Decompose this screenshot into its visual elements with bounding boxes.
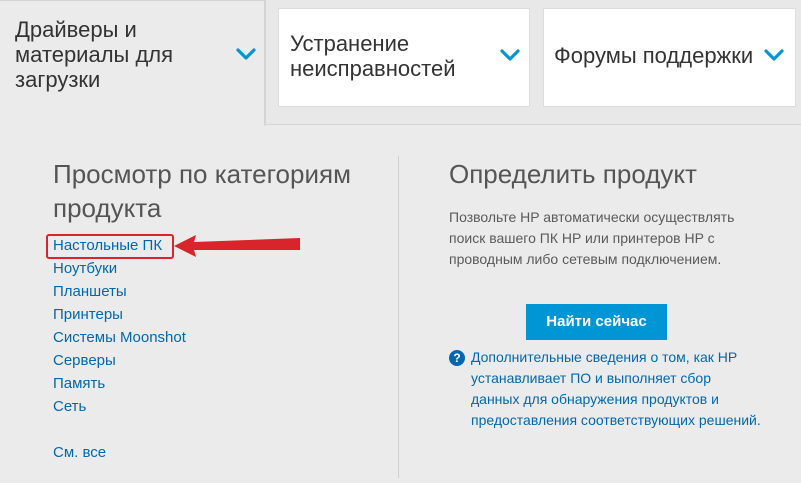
browse-categories-heading: Просмотр по категориям продукта (53, 159, 351, 223)
tab-label-overlay[interactable]: Драйверы и материалы для загрузки (15, 17, 200, 92)
category-link-memory[interactable]: Память (53, 372, 186, 395)
category-link-network[interactable]: Сеть (53, 395, 186, 418)
tab-support-forums[interactable]: Форумы поддержки (543, 8, 796, 107)
tab-label: Форумы поддержки (554, 43, 754, 68)
category-link-tablets[interactable]: Планшеты (53, 280, 186, 303)
see-all-link[interactable]: См. все (53, 444, 106, 461)
chevron-down-icon (500, 49, 520, 61)
find-now-button[interactable]: Найти сейчас (526, 304, 667, 340)
chevron-down-icon (236, 48, 256, 60)
annotation-arrow-icon (174, 235, 300, 257)
column-divider (398, 156, 399, 478)
category-link-servers[interactable]: Серверы (53, 349, 186, 372)
category-list: Настольные ПК Ноутбуки Планшеты Принтеры… (53, 234, 186, 418)
annotation-highlight-box (46, 234, 174, 259)
category-link-printers[interactable]: Принтеры (53, 303, 186, 326)
tab-troubleshooting[interactable]: Устранение неисправностей (278, 8, 530, 107)
category-link-moonshot[interactable]: Системы Moonshot (53, 326, 186, 349)
category-link-laptops[interactable]: Ноутбуки (53, 257, 186, 280)
chevron-down-icon (764, 49, 784, 61)
tab-label: Устранение неисправностей (290, 31, 456, 81)
more-info-link[interactable]: Дополнительные сведения о том, как HP ус… (471, 347, 761, 431)
identify-product-description: Позвольте HP автоматически осуществлять … (449, 209, 735, 267)
identify-product-heading: Определить продукт (449, 159, 697, 189)
question-circle-icon: ? (449, 350, 465, 366)
